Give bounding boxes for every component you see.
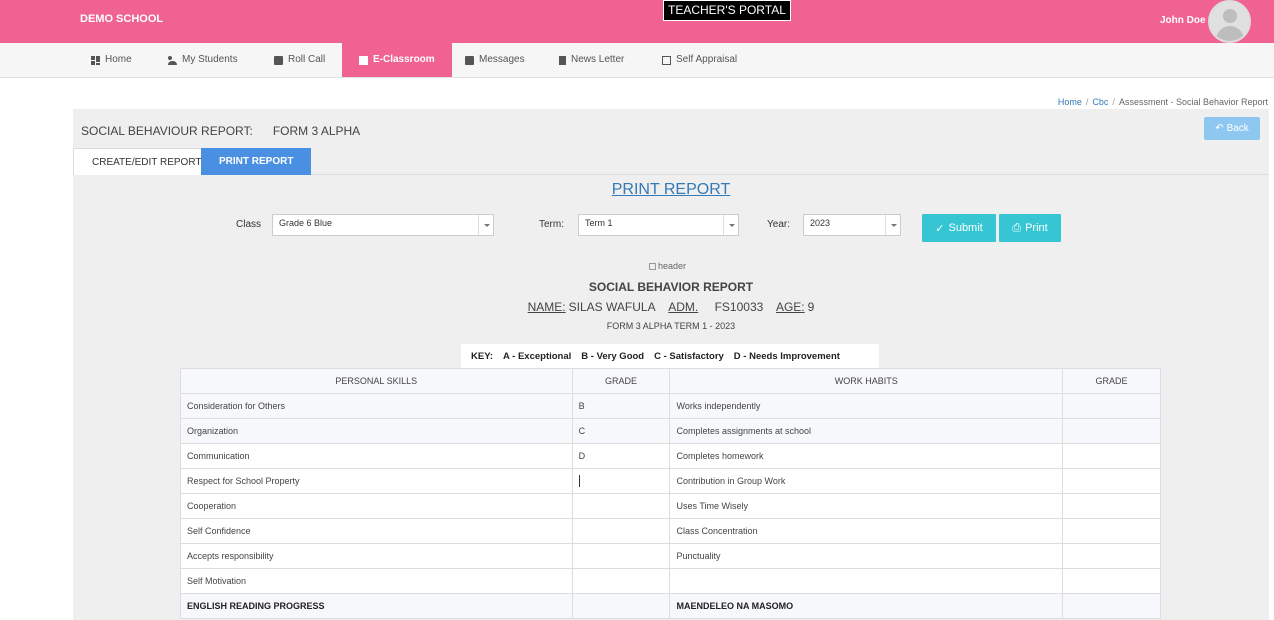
id-card-icon: [274, 55, 283, 65]
page-title: SOCIAL BEHAVIOUR REPORT: FORM 3 ALPHA: [81, 124, 361, 138]
term-select[interactable]: Term 1: [578, 214, 739, 236]
student-info: NAME: SILAS WAFULA ADM. FS10033 AGE: 9: [527, 300, 815, 314]
breadcrumb-cbc[interactable]: Cbc: [1092, 97, 1108, 107]
back-button[interactable]: ↶ Back: [1204, 117, 1260, 140]
grade-cell[interactable]: [1062, 493, 1161, 519]
text-cursor: [578, 475, 580, 487]
grade-cell[interactable]: [1062, 393, 1161, 419]
school-brand[interactable]: DEMO SCHOOL: [80, 13, 163, 25]
nav-news-letter[interactable]: News Letter: [559, 43, 624, 77]
grade-cell[interactable]: [1062, 468, 1161, 494]
report-tabs: CREATE/EDIT REPORT PRINT REPORT: [73, 148, 1269, 175]
check-icon: ✓: [935, 222, 945, 235]
header-image: header: [649, 261, 686, 271]
chevron-down-icon: [723, 215, 738, 235]
class-label: Class: [236, 219, 262, 230]
column-header: GRADE: [1062, 368, 1161, 394]
avatar[interactable]: [1208, 0, 1251, 43]
chevron-down-icon: [478, 215, 493, 235]
grade-cell[interactable]: [1062, 418, 1161, 444]
grade-cell[interactable]: [571, 568, 671, 594]
check-square-icon: [662, 55, 671, 65]
submit-button[interactable]: ✓ Submit: [922, 214, 996, 242]
home-icon: [91, 55, 100, 65]
breadcrumb: Home / Cbc / Assessment - Social Behavior Re…: [1057, 97, 1268, 107]
year-label: Year:: [767, 219, 790, 230]
term-label: Term:: [539, 219, 564, 230]
behavior-table: PERSONAL SKILLS GRADE WORK HABITS GRADE …: [180, 368, 1161, 619]
grade-cell[interactable]: [571, 543, 671, 569]
table-row: Communication D Completes homework: [180, 443, 1161, 469]
grade-cell[interactable]: [1062, 568, 1161, 594]
printer-icon: ⎙: [1012, 221, 1022, 234]
nav-e-classroom[interactable]: E-Classroom: [342, 43, 452, 77]
document-icon: [559, 55, 566, 65]
form-name: FORM 3 ALPHA: [272, 124, 361, 138]
column-header: GRADE: [571, 368, 671, 394]
nav-roll-call[interactable]: Roll Call: [274, 43, 325, 77]
nav-home[interactable]: Home: [91, 43, 132, 77]
print-button[interactable]: ⎙ Print: [999, 214, 1061, 242]
table-row: Respect for School Property Contribution…: [180, 468, 1161, 494]
tab-create-edit-report[interactable]: CREATE/EDIT REPORT: [73, 148, 221, 175]
table-section-row: ENGLISH READING PROGRESS MAENDELEO NA MA…: [180, 593, 1161, 619]
breadcrumb-current: Assessment - Social Behavior Report: [1118, 97, 1268, 107]
breadcrumb-home[interactable]: Home: [1058, 97, 1082, 107]
chevron-down-icon: [885, 215, 900, 235]
grade-cell[interactable]: B: [571, 393, 671, 419]
tab-print-report[interactable]: PRINT REPORT: [201, 148, 312, 175]
nav-messages[interactable]: Messages: [465, 43, 525, 77]
top-bar: DEMO SCHOOL TEACHER'S PORTAL John Doe -: [0, 0, 1274, 43]
grade-cell[interactable]: D: [571, 443, 671, 469]
portal-title: TEACHER'S PORTAL: [663, 0, 791, 21]
broken-image-icon: [649, 262, 656, 270]
report-title: SOCIAL BEHAVIOR REPORT: [588, 280, 754, 294]
column-header: WORK HABITS: [669, 368, 1064, 394]
grade-cell-editing[interactable]: [571, 468, 671, 494]
table-row: Cooperation Uses Time Wisely: [180, 493, 1161, 519]
message-icon: [465, 55, 474, 65]
grade-key: KEY: A - Exceptional B - Very Good C - S…: [461, 344, 879, 368]
nav-self-appraisal[interactable]: Self Appraisal: [662, 43, 737, 77]
check-square-icon: [359, 55, 368, 65]
table-row: Consideration for Others B Works independ…: [180, 393, 1161, 419]
nav-my-students[interactable]: My Students: [168, 43, 238, 77]
print-report-heading: PRINT REPORT: [611, 181, 731, 198]
grade-cell[interactable]: [1062, 518, 1161, 544]
grade-cell[interactable]: [571, 518, 671, 544]
main-nav: Home My Students Roll Call E-Classroom M…: [0, 43, 1274, 78]
table-row: Self Motivation: [180, 568, 1161, 594]
table-row: Organization C Completes assignments at s…: [180, 418, 1161, 444]
reply-arrow-icon: ↶: [1215, 123, 1224, 134]
column-header: PERSONAL SKILLS: [180, 368, 573, 394]
table-row: Accepts responsibility Punctuality: [180, 543, 1161, 569]
grade-cell[interactable]: [1062, 543, 1161, 569]
grade-cell[interactable]: C: [571, 418, 671, 444]
table-row: Self Confidence Class Concentration: [180, 518, 1161, 544]
report-subtitle: FORM 3 ALPHA TERM 1 - 2023: [606, 321, 736, 331]
year-select[interactable]: 2023: [803, 214, 901, 236]
grade-cell[interactable]: [571, 493, 671, 519]
user-menu[interactable]: John Doe -: [1160, 15, 1212, 26]
users-icon: [168, 55, 177, 65]
report-panel: SOCIAL BEHAVIOUR REPORT: FORM 3 ALPHA ↶ B…: [73, 109, 1269, 620]
class-select[interactable]: Grade 6 Blue: [272, 214, 494, 236]
grade-cell[interactable]: [1062, 443, 1161, 469]
